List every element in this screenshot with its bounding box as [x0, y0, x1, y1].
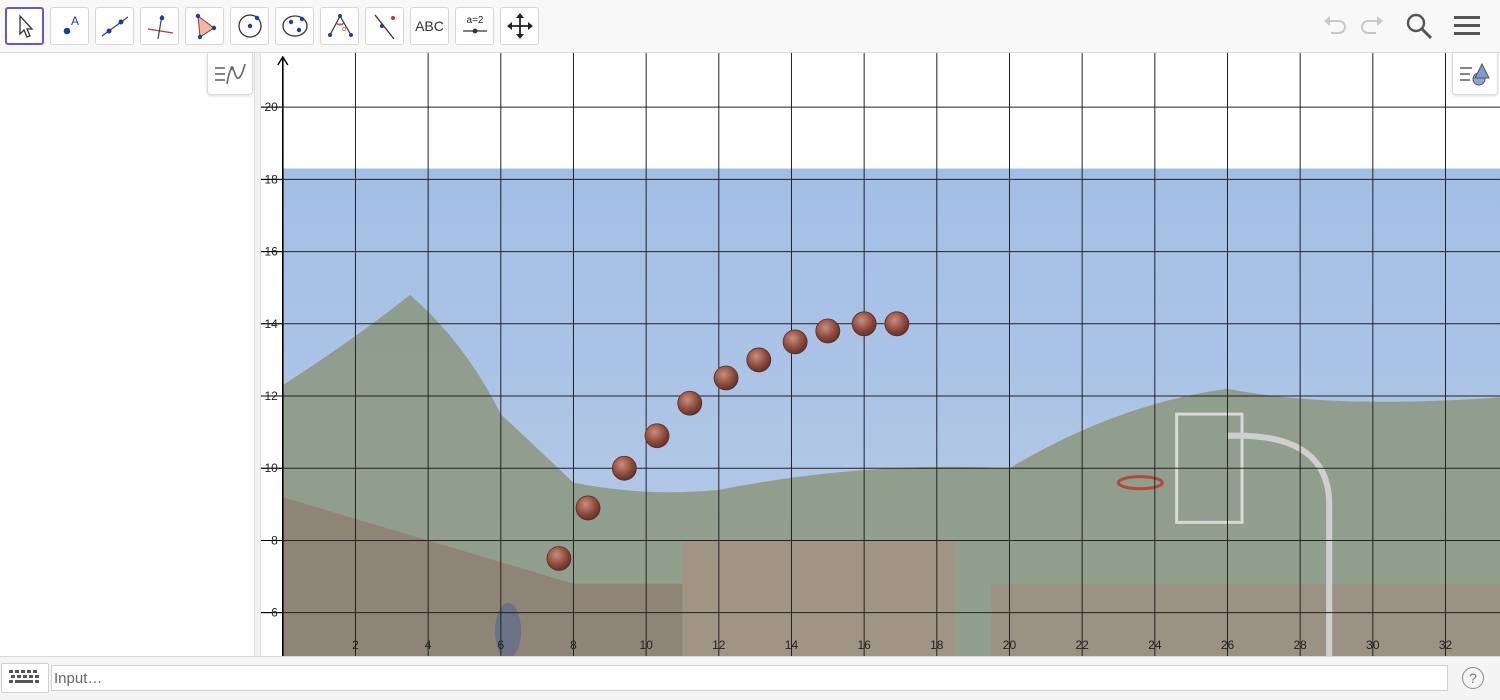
- x-tick-label: 8: [570, 638, 577, 652]
- geogebra-app: A o ABC a=2 2 4 6 8 10 12 14 16 18 20 22…: [0, 0, 1500, 700]
- slider-icon: a=2: [462, 15, 487, 34]
- reflect-tool-button[interactable]: [365, 7, 404, 45]
- main-menu-button[interactable]: [1450, 9, 1484, 43]
- point-icon: A: [63, 14, 79, 35]
- basketball: [815, 318, 841, 344]
- graphics-style-bar-icon: [1460, 62, 1490, 85]
- polygon-tool-button[interactable]: [185, 7, 224, 45]
- move-tool-button[interactable]: [5, 7, 44, 45]
- basketball: [782, 329, 808, 355]
- x-tick-label: 2: [352, 638, 359, 652]
- x-tick-label: 22: [1075, 638, 1089, 652]
- slider-tool-button[interactable]: a=2: [455, 7, 494, 45]
- x-tick-label: 24: [1148, 638, 1162, 652]
- polygon-icon: [195, 13, 216, 40]
- menu-icon: [1454, 16, 1480, 35]
- y-tick-label: 20: [264, 100, 278, 114]
- basketball: [851, 311, 877, 337]
- ellipse-tool-button[interactable]: [275, 7, 314, 45]
- circle-tool-button[interactable]: [230, 7, 269, 45]
- basketball: [611, 455, 637, 481]
- perpendicular-line-icon: [147, 14, 173, 40]
- keyboard-icon: [9, 670, 39, 683]
- virtual-keyboard-button[interactable]: [1, 663, 49, 693]
- ellipse-icon: [281, 15, 308, 37]
- coordinate-plane[interactable]: 2 4 6 8 10 12 14 16 18 20 22 24 26 28 30 32 20181614121…: [261, 53, 1500, 656]
- y-tick-label: 14: [264, 317, 278, 331]
- graphics-style-bar-button[interactable]: [1452, 53, 1498, 95]
- x-tick-label: 26: [1221, 638, 1235, 652]
- undo-icon: [1324, 16, 1346, 34]
- toolbar: A o ABC a=2: [0, 0, 1500, 53]
- background-image: [282, 168, 1500, 656]
- basketball: [644, 423, 670, 449]
- move-graphics-tool-button[interactable]: [500, 7, 539, 45]
- algebra-style-bar-icon: [215, 63, 246, 84]
- basketball: [575, 495, 601, 521]
- x-tick-label: 4: [425, 638, 432, 652]
- x-tick-label: 32: [1439, 638, 1453, 652]
- x-tick-label: 12: [712, 638, 726, 652]
- reflect-about-line-icon: [373, 14, 395, 40]
- perpendicular-line-tool-button[interactable]: [140, 7, 179, 45]
- move-graphics-icon: [506, 13, 533, 39]
- basketball: [546, 546, 572, 571]
- help-icon: ?: [1469, 670, 1477, 686]
- search-button[interactable]: [1402, 9, 1436, 43]
- basketball: [713, 365, 739, 391]
- y-axis-tick-labels: 20 18 16 14 12 10 8 6: [261, 100, 283, 620]
- algebra-style-bar-button[interactable]: [207, 53, 253, 95]
- redo-icon: [1361, 16, 1383, 34]
- x-tick-label: 20: [1003, 638, 1017, 652]
- svg-text:o: o: [342, 25, 346, 33]
- line-tool-button[interactable]: [95, 7, 134, 45]
- input-bar: ?: [0, 656, 1500, 700]
- basketball: [677, 390, 703, 416]
- x-tick-label: 16: [857, 638, 871, 652]
- redo-button[interactable]: [1355, 9, 1389, 43]
- slider-tool-label: a=2: [466, 15, 483, 26]
- text-tool-button[interactable]: ABC: [410, 7, 449, 45]
- y-tick-label: 10: [264, 461, 278, 475]
- x-tick-label: 30: [1366, 638, 1380, 652]
- y-tick-label: 16: [264, 245, 278, 259]
- undo-button[interactable]: [1318, 9, 1352, 43]
- point-tool-button[interactable]: A: [50, 7, 89, 45]
- x-tick-label: 28: [1293, 638, 1307, 652]
- x-tick-label: 10: [639, 638, 653, 652]
- line-through-points-icon: [101, 16, 128, 37]
- view-splitter[interactable]: [254, 53, 261, 656]
- x-tick-label: 14: [785, 638, 799, 652]
- search-icon: [1406, 13, 1433, 40]
- x-tick-label: 18: [930, 638, 944, 652]
- x-tick-label: 6: [497, 638, 504, 652]
- angle-tool-button[interactable]: o: [320, 7, 359, 45]
- input-field[interactable]: [51, 665, 1448, 691]
- text-tool-label: ABC: [415, 18, 444, 34]
- graphics-view[interactable]: 2 4 6 8 10 12 14 16 18 20 22 24 26 28 30 32 20 18 16 14 12 1…: [261, 53, 1500, 656]
- svg-text:A: A: [71, 14, 79, 28]
- basketball: [884, 311, 910, 337]
- angle-icon: o: [327, 14, 353, 37]
- algebra-view[interactable]: [0, 53, 254, 656]
- basketball: [746, 347, 772, 373]
- y-tick-label: 6: [271, 606, 278, 620]
- right-building: [991, 583, 1500, 656]
- help-button[interactable]: ?: [1462, 667, 1484, 689]
- arrow-pointer-icon: [18, 14, 33, 38]
- y-tick-label: 8: [271, 533, 278, 547]
- circle-center-point-icon: [237, 14, 262, 38]
- y-tick-label: 12: [264, 389, 278, 403]
- y-tick-label: 18: [264, 172, 278, 186]
